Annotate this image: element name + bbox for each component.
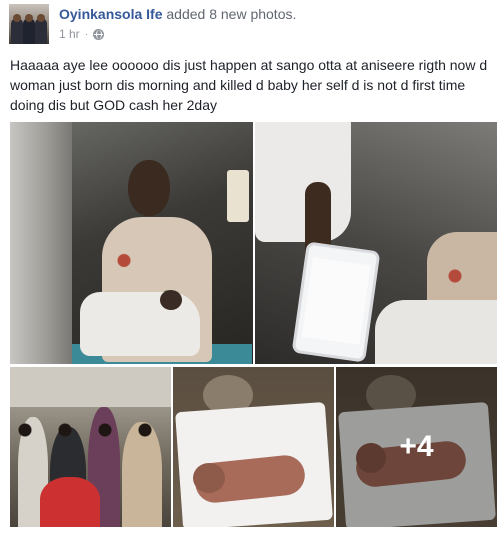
post-action-text: added 8 new photos. [166,6,297,22]
photo-3[interactable] [10,367,171,527]
post-meta: 1 hr · [59,27,105,41]
photo-1[interactable] [10,122,253,364]
globe-icon[interactable] [93,28,105,40]
author-name-link[interactable]: Oyinkansola Ife [59,6,162,22]
more-photos-count: +4 [399,430,434,463]
author-avatar[interactable] [9,4,49,44]
post-headline: Oyinkansola Ife added 8 new photos. [59,6,296,22]
feed-post: Oyinkansola Ife added 8 new photos. 1 hr… [0,0,503,537]
more-photos-overlay[interactable]: +4 [336,367,497,527]
photo-2[interactable] [255,122,497,364]
photo-5-more[interactable]: +4 [336,367,497,527]
post-header: Oyinkansola Ife added 8 new photos. 1 hr… [9,4,489,44]
post-timestamp[interactable]: 1 hr [59,27,80,41]
post-message: Haaaaa aye lee oooooo dis just happen at… [10,57,488,113]
meta-separator: · [84,28,89,40]
photo-4[interactable] [173,367,334,527]
photo-grid: +4 [10,122,497,527]
